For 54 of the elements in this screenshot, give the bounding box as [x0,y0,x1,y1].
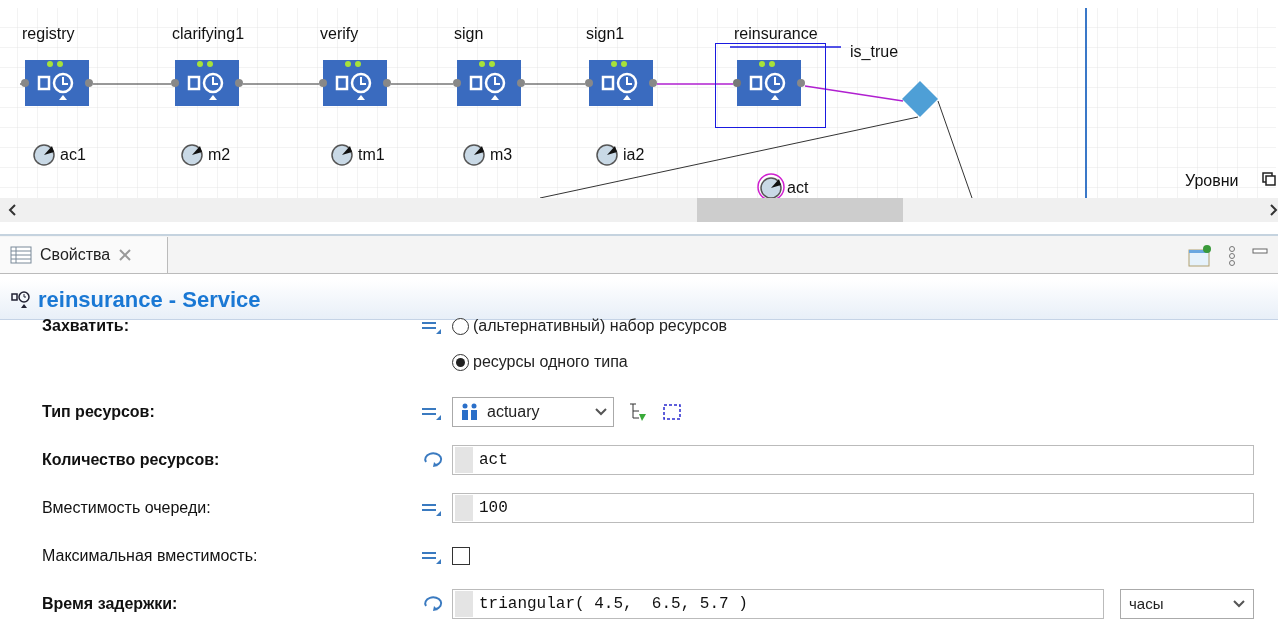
block-label: sign1 [586,24,625,44]
block-label: clarifying1 [172,24,245,44]
checkbox[interactable] [452,547,470,565]
radio-option[interactable]: (альтернативный) набор ресурсов [452,314,728,338]
property-label: Количество ресурсов: [42,450,221,470]
property-label: Захватить: [42,316,130,336]
service-icon [10,289,32,310]
select-area-icon[interactable] [662,402,682,422]
resource-label: m2 [208,145,231,165]
block-label: verify [320,24,359,44]
tree-icon[interactable] [628,402,648,422]
close-icon[interactable] [118,248,133,262]
restore-icon[interactable] [1262,172,1276,186]
resource-label: tm1 [358,145,385,165]
decision-diamond[interactable] [902,81,938,117]
service-block[interactable] [452,57,526,109]
service-block[interactable] [20,57,94,109]
branch-label: is_true [850,42,899,62]
connector-line [524,83,586,85]
property-label: Тип ресурсов: [42,402,156,422]
resource-label: m3 [490,145,513,165]
property-label: Вместимость очереди: [42,498,212,518]
table-icon [10,246,32,264]
levels-label: Уровни [1185,171,1239,191]
scrollbar-thumb[interactable] [697,198,903,222]
scroll-left-icon[interactable] [8,204,18,216]
service-block[interactable] [732,57,806,109]
resource-label: ia2 [623,145,645,165]
property-label: Максимальная вместимость: [42,546,259,566]
resource-label: ac1 [60,145,86,165]
unit-dropdown[interactable]: часы [1120,589,1254,619]
service-block[interactable] [170,57,244,109]
input-field[interactable]: 100 [452,493,1254,523]
block-label: reinsurance [734,24,818,44]
resource-type-dropdown[interactable]: actuary [452,397,614,427]
service-block[interactable] [584,57,658,109]
radio-option[interactable]: ресурсы одного типа [452,350,728,374]
block-label: registry [22,24,75,44]
pin-window-icon[interactable] [1188,245,1212,267]
gauge-icon[interactable] [757,173,785,198]
dropdown-icon [595,408,607,416]
more-options-icon[interactable] [1228,245,1236,267]
connector-line [390,83,454,85]
block-label: sign [454,24,484,44]
service-block[interactable] [318,57,392,109]
resource-label: act [787,178,809,198]
dropdown-icon [1233,600,1245,608]
panel-title: reinsurance - Service [38,286,261,314]
scroll-right-icon[interactable] [1268,204,1278,216]
input-field[interactable]: triangular( 4.5, 6.5, 5.7 ) [452,589,1104,619]
input-field[interactable]: act [452,445,1254,475]
property-label: Время задержки: [42,594,179,614]
horizontal-scrollbar[interactable] [0,198,1278,222]
properties-tab[interactable]: Свойства [0,237,168,273]
